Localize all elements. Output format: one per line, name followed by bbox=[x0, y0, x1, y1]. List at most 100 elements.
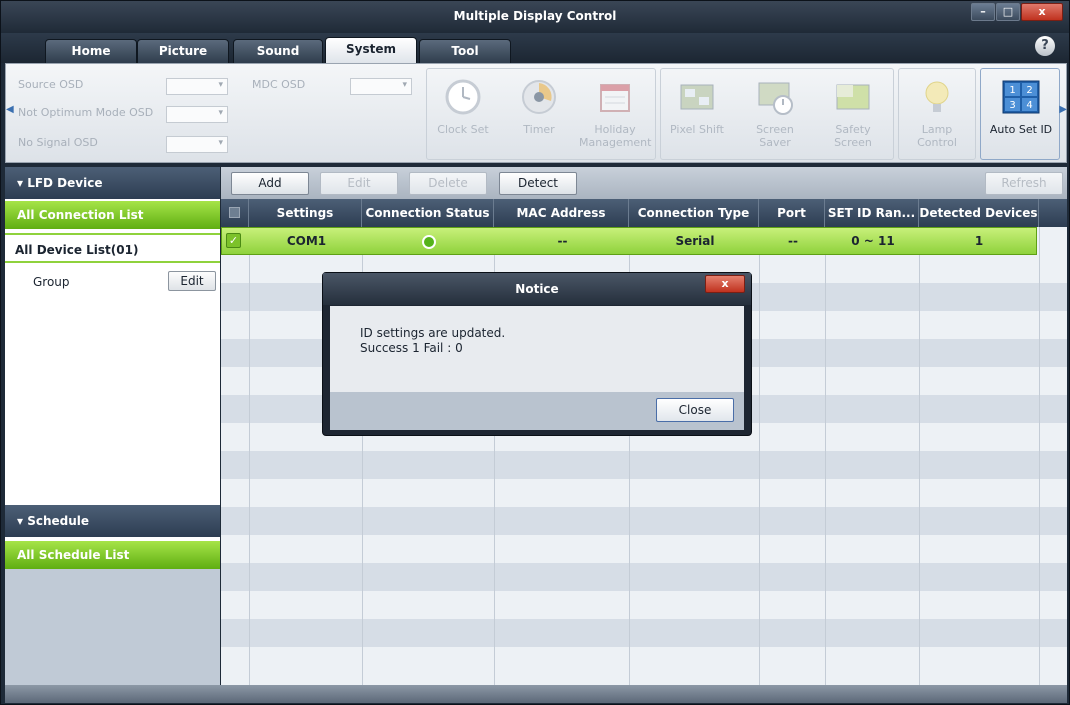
safety-screen-button[interactable]: Safety Screen bbox=[817, 77, 889, 149]
all-schedule-list[interactable]: All Schedule List bbox=[5, 541, 220, 569]
cell-port: -- bbox=[788, 234, 798, 248]
source-osd-select[interactable] bbox=[166, 78, 228, 95]
source-osd-label: Source OSD bbox=[18, 78, 84, 91]
group-label: Group bbox=[33, 275, 70, 289]
ribbon-scroll-left-icon[interactable]: ◀ bbox=[6, 104, 14, 115]
table-row-empty bbox=[221, 451, 1067, 479]
screen-saver-icon bbox=[758, 82, 793, 115]
no-signal-osd-select[interactable] bbox=[166, 136, 228, 153]
timer-icon bbox=[522, 80, 556, 114]
calendar-icon bbox=[600, 84, 630, 112]
tab-system[interactable]: System bbox=[325, 37, 417, 63]
svg-text:4: 4 bbox=[1026, 100, 1032, 111]
dialog-title: Notice bbox=[323, 273, 751, 305]
column-mac-address[interactable]: MAC Address bbox=[494, 199, 629, 227]
header-checkbox[interactable] bbox=[221, 199, 249, 227]
dialog-close-button[interactable]: Close bbox=[656, 398, 734, 422]
column-port[interactable]: Port bbox=[759, 199, 825, 227]
table-row-empty bbox=[221, 591, 1067, 619]
column-set-id-range[interactable]: SET ID Ran... bbox=[825, 199, 919, 227]
cell-settings: COM1 bbox=[286, 234, 327, 248]
row-checkbox[interactable]: ✓ bbox=[226, 233, 241, 248]
detect-button[interactable]: Detect bbox=[499, 172, 577, 195]
clock-icon bbox=[445, 79, 481, 115]
svg-text:2: 2 bbox=[1026, 85, 1032, 96]
cell-detected-devices: 1 bbox=[974, 234, 984, 248]
device-toolbar: Add Edit Delete Detect Refresh bbox=[221, 167, 1067, 199]
left-panel: ▾ LFD Device All Connection List All Dev… bbox=[5, 167, 220, 685]
close-window-button[interactable]: x bbox=[1021, 3, 1063, 21]
holiday-management-button[interactable]: Holiday Management bbox=[579, 77, 651, 149]
cell-set-id-range: 0 ~ 11 bbox=[851, 234, 895, 248]
cell-connection-status bbox=[363, 228, 495, 254]
column-connection-type[interactable]: Connection Type bbox=[629, 199, 759, 227]
svg-text:3: 3 bbox=[1009, 100, 1015, 111]
help-icon[interactable]: ? bbox=[1035, 36, 1055, 56]
dialog-body: ID settings are updated. Success 1 Fail … bbox=[330, 306, 744, 392]
table-row-empty bbox=[221, 647, 1067, 675]
clock-set-button[interactable]: Clock Set bbox=[427, 77, 499, 136]
minimize-button[interactable]: – bbox=[971, 3, 995, 21]
table-row-empty bbox=[221, 535, 1067, 563]
no-signal-osd-label: No Signal OSD bbox=[18, 136, 98, 149]
safety-screen-icon bbox=[836, 84, 870, 110]
refresh-button[interactable]: Refresh bbox=[985, 172, 1063, 195]
table-row[interactable]: ✓ COM1 -- Serial -- 0 ~ 11 1 bbox=[221, 227, 1037, 255]
window-controls: – □ x bbox=[970, 3, 1063, 21]
pixel-shift-button[interactable]: Pixel Shift bbox=[661, 77, 733, 136]
group-row: Group Edit bbox=[5, 271, 220, 295]
table-row-empty bbox=[221, 479, 1067, 507]
cell-connection-type: Serial bbox=[675, 234, 715, 248]
mdc-osd-label: MDC OSD bbox=[252, 78, 306, 91]
connected-status-icon bbox=[422, 234, 436, 249]
ribbon-scroll-right-icon[interactable]: ▶ bbox=[1059, 104, 1067, 115]
mdc-osd-select[interactable] bbox=[350, 78, 412, 95]
dialog-message: ID settings are updated. Success 1 Fail … bbox=[360, 326, 505, 356]
cell-mac-address: -- bbox=[557, 234, 568, 248]
table-header: Settings Connection Status MAC Address C… bbox=[221, 199, 1067, 227]
column-detected-devices[interactable]: Detected Devices bbox=[919, 199, 1039, 227]
column-settings[interactable]: Settings bbox=[249, 199, 362, 227]
delete-button[interactable]: Delete bbox=[409, 172, 487, 195]
maximize-button[interactable]: □ bbox=[996, 3, 1020, 21]
svg-text:1: 1 bbox=[1009, 85, 1015, 96]
app-window: Multiple Display Control – □ x Home Pict… bbox=[0, 0, 1070, 705]
table-row-empty bbox=[221, 507, 1067, 535]
add-button[interactable]: Add bbox=[231, 172, 309, 195]
title-bar: Multiple Display Control – □ x bbox=[1, 1, 1069, 33]
tab-bar: Home Picture Sound System Tool ? bbox=[1, 33, 1069, 63]
tab-home[interactable]: Home bbox=[45, 39, 137, 63]
window-title: Multiple Display Control bbox=[453, 9, 617, 23]
schedule-list-area bbox=[5, 569, 220, 685]
dialog-message-line2: Success 1 Fail : 0 bbox=[360, 341, 463, 355]
ribbon: ◀ Source OSD Not Optimum Mode OSD No Sig… bbox=[5, 63, 1067, 163]
pixel-shift-icon bbox=[680, 84, 714, 110]
auto-set-id-icon: 1 2 3 4 bbox=[1002, 80, 1040, 114]
all-device-list[interactable]: All Device List(01) bbox=[5, 233, 220, 263]
screen-saver-button[interactable]: Screen Saver bbox=[739, 77, 811, 149]
ribbon-group-lamp: Lamp Control bbox=[898, 68, 976, 160]
ribbon-group-screen: Pixel Shift Screen Saver Safety Screen bbox=[660, 68, 894, 160]
ribbon-group-autosetid: 1 2 3 4 Auto Set ID bbox=[980, 68, 1060, 160]
edit-button[interactable]: Edit bbox=[320, 172, 398, 195]
notice-dialog: Notice x ID settings are updated. Succes… bbox=[322, 272, 752, 436]
dialog-footer: Close bbox=[330, 392, 744, 430]
timer-button[interactable]: Timer bbox=[503, 77, 575, 136]
lamp-control-button[interactable]: Lamp Control bbox=[901, 77, 973, 149]
tab-tool[interactable]: Tool bbox=[419, 39, 511, 63]
table-row-empty bbox=[221, 619, 1067, 647]
group-edit-button[interactable]: Edit bbox=[168, 271, 216, 291]
ribbon-group-time: Clock Set Timer Holiday Management bbox=[426, 68, 656, 160]
not-optimum-osd-select[interactable] bbox=[166, 106, 228, 123]
tab-sound[interactable]: Sound bbox=[233, 39, 323, 63]
status-bar bbox=[5, 685, 1067, 703]
lfd-device-header[interactable]: ▾ LFD Device bbox=[5, 167, 220, 199]
all-connection-list[interactable]: All Connection List bbox=[5, 201, 220, 229]
auto-set-id-button[interactable]: 1 2 3 4 Auto Set ID bbox=[985, 77, 1057, 136]
column-connection-status[interactable]: Connection Status bbox=[362, 199, 494, 227]
schedule-header[interactable]: ▾ Schedule bbox=[5, 505, 220, 537]
table-row-empty bbox=[221, 563, 1067, 591]
dialog-message-line1: ID settings are updated. bbox=[360, 326, 506, 340]
tab-picture[interactable]: Picture bbox=[137, 39, 229, 63]
dialog-close-icon[interactable]: x bbox=[705, 275, 745, 293]
